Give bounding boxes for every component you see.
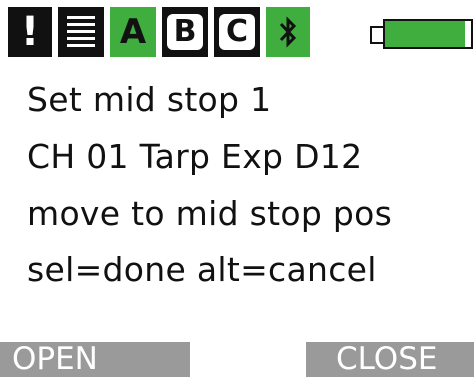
battery-icon [370, 19, 473, 49]
tab-b[interactable]: B [162, 7, 208, 57]
menu-indicator [58, 7, 104, 57]
device-screen: ! A B C Set mid stop 1 CH 01 Tarp Exp D1… [0, 0, 474, 377]
screen-line-title: Set mid stop 1 [27, 80, 272, 119]
alert-indicator: ! [8, 7, 52, 57]
tab-c-badge: C [219, 14, 255, 50]
tab-c-label: C [225, 14, 249, 49]
tab-c[interactable]: C [214, 7, 260, 57]
stack-lines-icon [67, 16, 95, 47]
battery-body [383, 19, 473, 49]
tab-a-label: A [119, 12, 147, 52]
close-softkey[interactable]: CLOSE [306, 342, 474, 377]
battery-fill [385, 21, 465, 47]
tab-a[interactable]: A [110, 7, 156, 57]
status-bar: ! A B C [8, 7, 473, 57]
screen-line-channel: CH 01 Tarp Exp D12 [27, 137, 363, 176]
battery-terminal [370, 26, 384, 44]
tab-b-badge: B [167, 14, 203, 50]
tab-b-label: B [173, 14, 197, 49]
bluetooth-icon [279, 16, 297, 48]
open-softkey[interactable]: OPEN [0, 342, 190, 377]
exclamation-icon: ! [20, 9, 40, 55]
screen-line-keys: sel=done alt=cancel [27, 250, 377, 289]
screen-line-instruction: move to mid stop pos [27, 194, 393, 233]
bluetooth-indicator [266, 7, 310, 57]
